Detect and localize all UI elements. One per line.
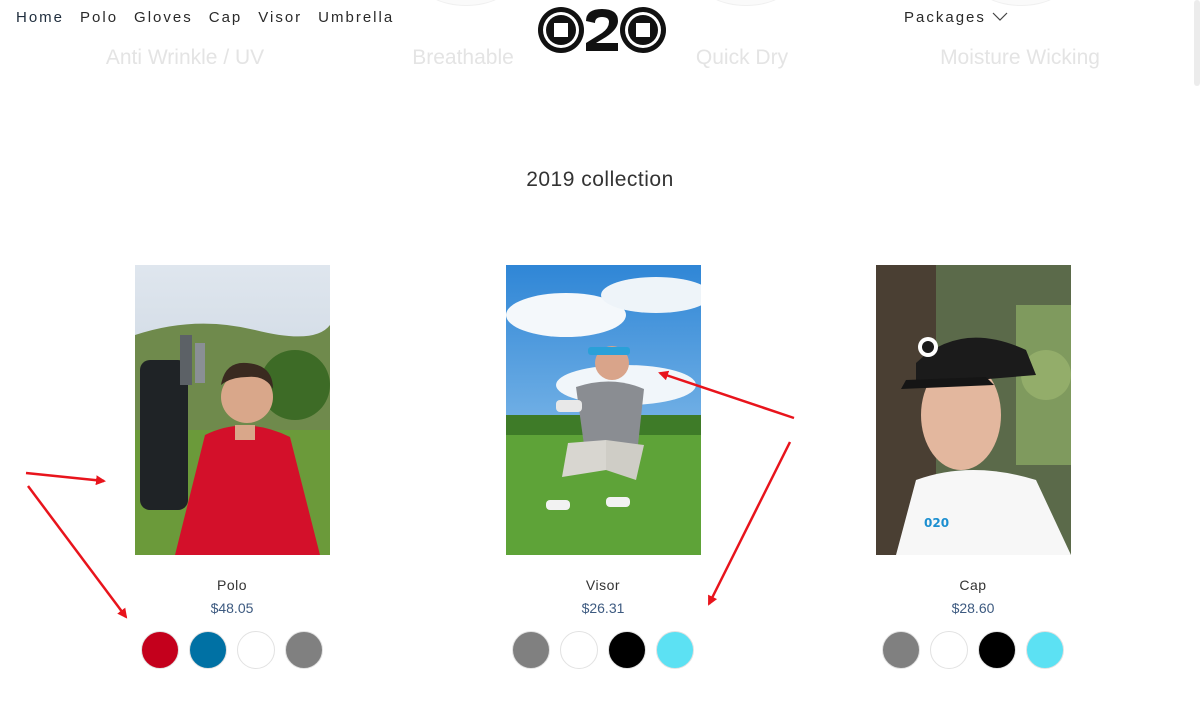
collection-title: 2019 collection bbox=[526, 168, 674, 191]
product-card-polo: Polo $48.05 bbox=[102, 265, 362, 669]
nav-visor[interactable]: Visor bbox=[258, 9, 302, 26]
color-swatch-white[interactable] bbox=[930, 631, 968, 669]
feature-label: Breathable bbox=[412, 46, 514, 69]
color-swatches bbox=[882, 631, 1064, 669]
color-swatch-cyan[interactable] bbox=[1026, 631, 1064, 669]
feature-list: Anti Wrinkle / UV Breathable Quick Dry M… bbox=[0, 46, 1200, 76]
feature-label: Quick Dry bbox=[695, 46, 789, 69]
feature-label: Anti Wrinkle / UV bbox=[105, 46, 265, 69]
color-swatch-red[interactable] bbox=[141, 631, 179, 669]
product-image-polo[interactable] bbox=[134, 265, 330, 555]
nav-home[interactable]: Home bbox=[16, 9, 64, 26]
feature-icon-circle bbox=[420, 0, 512, 6]
color-swatch-gray[interactable] bbox=[882, 631, 920, 669]
packages-label: Packages bbox=[904, 9, 986, 26]
nav-gloves[interactable]: Gloves bbox=[134, 9, 193, 26]
color-swatch-gray[interactable] bbox=[285, 631, 323, 669]
feature-label: Moisture Wicking bbox=[940, 46, 1100, 69]
main-nav: Home Polo Gloves Cap Visor Umbrella bbox=[16, 9, 394, 26]
product-image-visor[interactable] bbox=[505, 265, 701, 555]
chevron-down-icon bbox=[992, 9, 1008, 26]
annotation-arrow bbox=[25, 471, 106, 486]
color-swatches bbox=[141, 631, 323, 669]
product-name[interactable]: Visor bbox=[586, 577, 620, 593]
svg-text:020: 020 bbox=[924, 516, 949, 530]
color-swatch-white[interactable] bbox=[237, 631, 275, 669]
nav-polo[interactable]: Polo bbox=[80, 9, 118, 26]
product-image-cap[interactable]: 020 bbox=[875, 265, 1071, 555]
color-swatch-black[interactable] bbox=[608, 631, 646, 669]
color-swatch-cyan[interactable] bbox=[656, 631, 694, 669]
feature-icon-circle bbox=[700, 0, 792, 6]
color-swatches bbox=[512, 631, 694, 669]
color-swatch-blue[interactable] bbox=[189, 631, 227, 669]
product-price: $48.05 bbox=[210, 600, 254, 616]
product-name[interactable]: Polo bbox=[217, 577, 247, 593]
color-swatch-black[interactable] bbox=[978, 631, 1016, 669]
color-swatch-white[interactable] bbox=[560, 631, 598, 669]
product-name[interactable]: Cap bbox=[959, 577, 986, 593]
nav-cap[interactable]: Cap bbox=[209, 9, 243, 26]
product-price: $26.31 bbox=[581, 600, 625, 616]
scrollbar[interactable] bbox=[1194, 0, 1200, 86]
color-swatch-gray[interactable] bbox=[512, 631, 550, 669]
packages-menu[interactable]: Packages bbox=[904, 9, 1008, 26]
page: Home Polo Gloves Cap Visor Umbrella Pack… bbox=[0, 0, 1200, 703]
product-price: $28.60 bbox=[951, 600, 995, 616]
nav-umbrella[interactable]: Umbrella bbox=[318, 9, 394, 26]
product-card-visor: Visor $26.31 bbox=[473, 265, 733, 669]
feature-icon-circle bbox=[975, 0, 1067, 6]
product-card-cap: 020 Cap $28.60 bbox=[843, 265, 1103, 669]
